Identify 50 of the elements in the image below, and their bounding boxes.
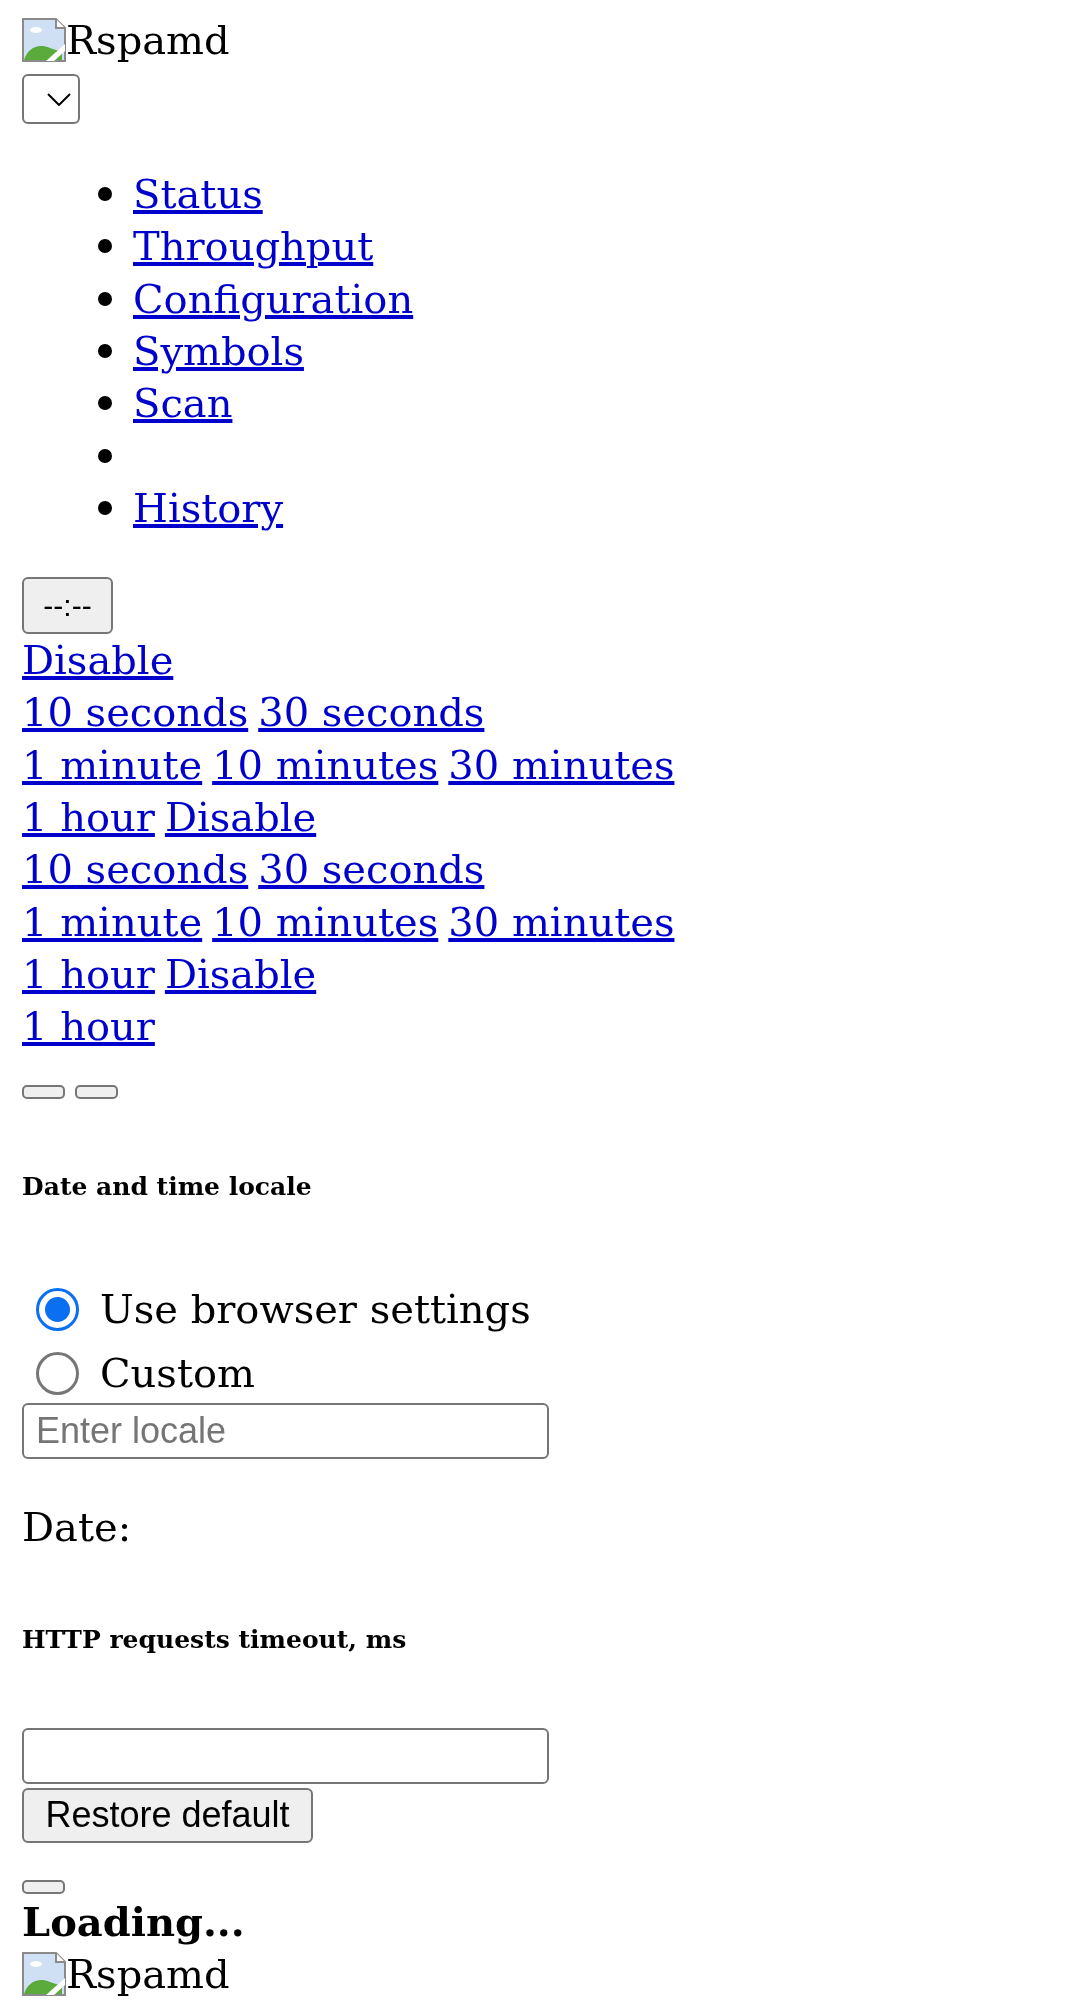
- option-link[interactable]: 1 hour: [22, 947, 155, 1001]
- dropdown-button[interactable]: [22, 74, 80, 124]
- timeout-field[interactable]: [22, 1727, 549, 1784]
- small-button[interactable]: [22, 1085, 65, 1100]
- option-link[interactable]: 10 minutes: [212, 895, 439, 948]
- option-link[interactable]: 1 minute: [22, 895, 203, 948]
- option-link[interactable]: 10 seconds: [22, 686, 249, 739]
- bullet-icon: [98, 344, 112, 359]
- option-link[interactable]: 10 minutes: [212, 738, 439, 791]
- option-link[interactable]: 1 hour: [22, 1000, 155, 1053]
- broken-image-icon: [22, 18, 66, 62]
- nav-link[interactable]: Status: [133, 168, 263, 221]
- date-label: Date:: [22, 1503, 133, 1553]
- radio-button[interactable]: [36, 1287, 79, 1331]
- restore-default-button[interactable]: Restore default: [22, 1787, 313, 1843]
- radio-label[interactable]: Custom: [100, 1347, 255, 1400]
- bullet-icon: [98, 396, 112, 411]
- option-link[interactable]: 30 seconds: [258, 686, 485, 739]
- option-link[interactable]: 30 minutes: [448, 895, 675, 948]
- option-link[interactable]: 10 seconds: [22, 843, 249, 896]
- nav-link[interactable]: Scan: [133, 377, 233, 430]
- section-heading: HTTP requests timeout, ms: [22, 1624, 408, 1655]
- nav-link[interactable]: Configuration: [133, 272, 414, 325]
- small-button[interactable]: [75, 1085, 118, 1100]
- small-button[interactable]: [22, 1879, 65, 1894]
- bullet-icon: [98, 500, 112, 515]
- bullet-icon: [98, 291, 112, 306]
- nav-link[interactable]: Throughput: [133, 220, 374, 273]
- option-link[interactable]: Disable: [164, 790, 317, 844]
- bullet-icon: [98, 239, 112, 254]
- nav-link[interactable]: Symbols: [133, 324, 304, 378]
- loading-text: Loading...: [22, 1896, 245, 1947]
- time-button[interactable]: --:--: [22, 577, 113, 635]
- option-link[interactable]: Disable: [164, 947, 317, 1001]
- radio-label[interactable]: Use browser settings: [100, 1283, 531, 1336]
- brand-name: Rspamd: [66, 16, 230, 65]
- chevron-down-icon: [47, 92, 71, 106]
- option-link[interactable]: 1 hour: [22, 790, 155, 844]
- bullet-icon: [98, 187, 112, 202]
- section-heading: Date and time locale: [22, 1172, 313, 1203]
- option-link[interactable]: 30 minutes: [448, 738, 675, 791]
- radio-button[interactable]: [36, 1351, 79, 1395]
- bullet-icon: [98, 448, 112, 463]
- locale-field[interactable]: Enter locale: [22, 1403, 549, 1460]
- option-link[interactable]: 30 seconds: [258, 843, 485, 896]
- option-link[interactable]: Disable: [22, 634, 174, 687]
- broken-image-icon: [22, 1952, 66, 1997]
- option-link[interactable]: 1 minute: [22, 738, 203, 791]
- brand-name: Rspamd: [66, 1950, 230, 2000]
- nav-link[interactable]: History: [133, 481, 284, 535]
